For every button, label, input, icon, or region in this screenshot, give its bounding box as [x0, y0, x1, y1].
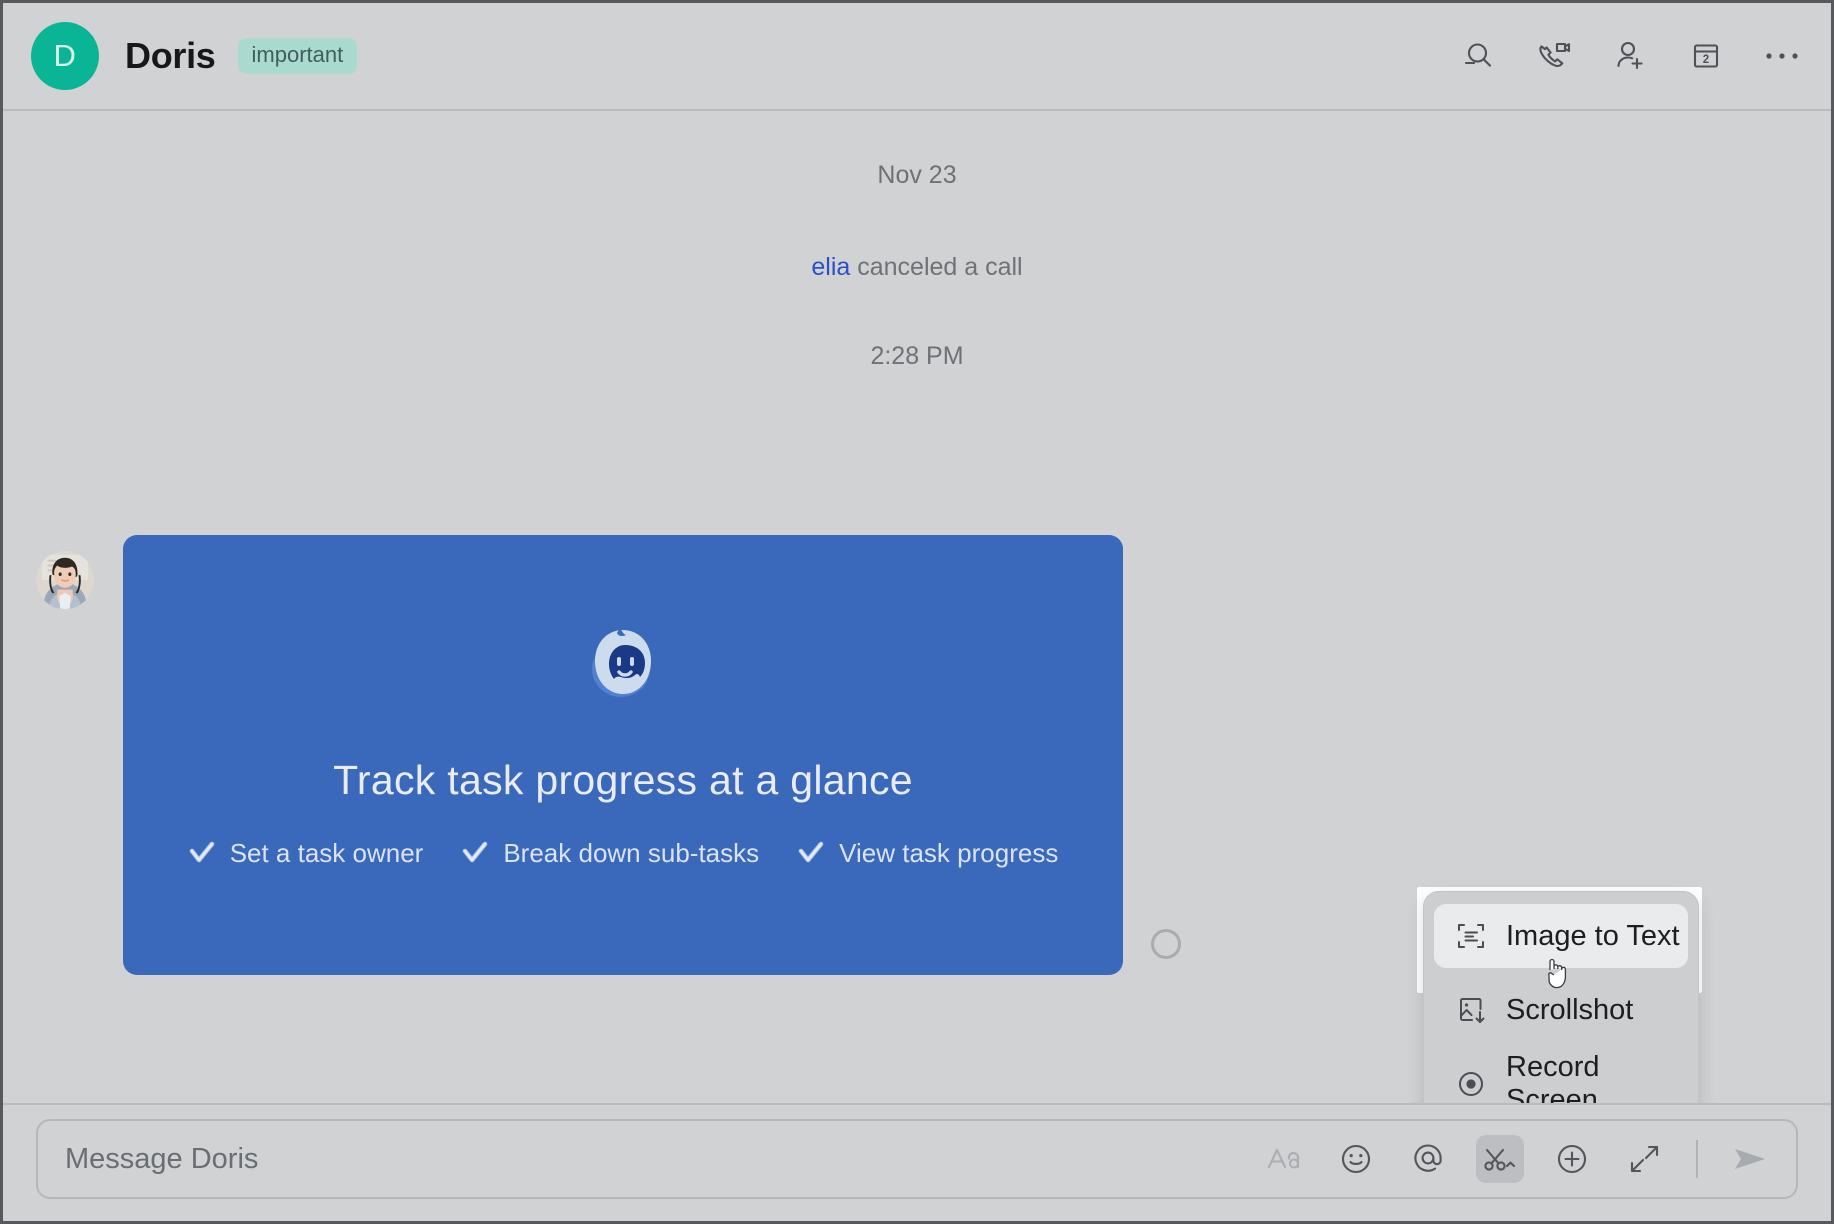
chat-window: D Doris important 2 Nov 23 elia canceled… [0, 0, 1834, 1224]
message-select-radio[interactable] [1151, 929, 1181, 959]
screen-capture-menu[interactable]: Image to Text Scrollshot Record Screen [1423, 891, 1699, 1103]
call-event: elia canceled a call [3, 253, 1831, 282]
status-badge: important [237, 38, 358, 74]
card-feature: Set a task owner [188, 838, 424, 869]
composer-divider [1696, 1140, 1698, 1178]
panel-icon[interactable]: 2 [1683, 33, 1729, 79]
menu-item-label: Image to Text [1506, 919, 1680, 952]
add-person-icon[interactable] [1607, 33, 1653, 79]
check-icon [797, 839, 827, 869]
card-feature-label: Break down sub-tasks [503, 838, 760, 868]
chat-header: D Doris important 2 [3, 3, 1831, 111]
format-text-icon[interactable] [1260, 1135, 1308, 1183]
expand-icon[interactable] [1620, 1135, 1668, 1183]
message-card[interactable]: Track task progress at a glance Set a ta… [123, 535, 1181, 975]
card-feature-label: View task progress [839, 838, 1059, 868]
header-actions: 2 [1455, 33, 1805, 79]
screen-capture-icon[interactable] [1476, 1135, 1524, 1183]
check-icon [188, 839, 218, 869]
image-to-text-icon [1454, 919, 1488, 953]
card-feature: View task progress [797, 838, 1058, 869]
mention-icon[interactable] [1404, 1135, 1452, 1183]
card-title: Track task progress at a glance [333, 757, 913, 803]
search-icon[interactable] [1455, 33, 1501, 79]
composer-box [36, 1119, 1798, 1199]
add-attachment-icon[interactable] [1548, 1135, 1596, 1183]
menu-item-label: Record Screen [1506, 1051, 1600, 1103]
menu-item-image-to-text[interactable]: Image to Text [1434, 904, 1688, 968]
menu-item-record-screen[interactable]: Record Screen [1434, 1051, 1688, 1103]
call-event-actor[interactable]: elia [811, 253, 850, 281]
avatar[interactable]: D [31, 22, 99, 90]
call-event-text: canceled a call [857, 253, 1023, 281]
message-input[interactable] [38, 1142, 1260, 1176]
page-title: Doris [125, 35, 216, 76]
card-features: Set a task owner Break down sub-tasks Vi… [188, 838, 1058, 869]
card-feature: Break down sub-tasks [461, 838, 759, 869]
message-list[interactable]: Nov 23 elia canceled a call 2:28 PM Trac… [3, 113, 1831, 1103]
send-icon[interactable] [1726, 1135, 1774, 1183]
menu-item-label: Scrollshot [1506, 993, 1634, 1026]
menu-item-scrollshot[interactable]: Scrollshot [1434, 978, 1688, 1042]
emoji-icon[interactable] [1332, 1135, 1380, 1183]
check-icon [461, 839, 491, 869]
video-call-icon[interactable] [1531, 33, 1577, 79]
sender-avatar[interactable] [36, 551, 94, 609]
avatar-initial: D [53, 38, 77, 73]
record-screen-icon [1454, 1067, 1488, 1101]
date-separator: Nov 23 [877, 161, 957, 189]
more-options-icon[interactable] [1759, 33, 1805, 79]
panel-badge-count: 2 [1703, 54, 1709, 66]
composer-actions [1260, 1135, 1796, 1183]
composer [3, 1103, 1831, 1221]
time-separator: 2:28 PM [870, 342, 964, 370]
card-feature-label: Set a task owner [229, 838, 424, 868]
scrollshot-icon [1454, 993, 1488, 1027]
bot-logo-icon [580, 621, 666, 707]
